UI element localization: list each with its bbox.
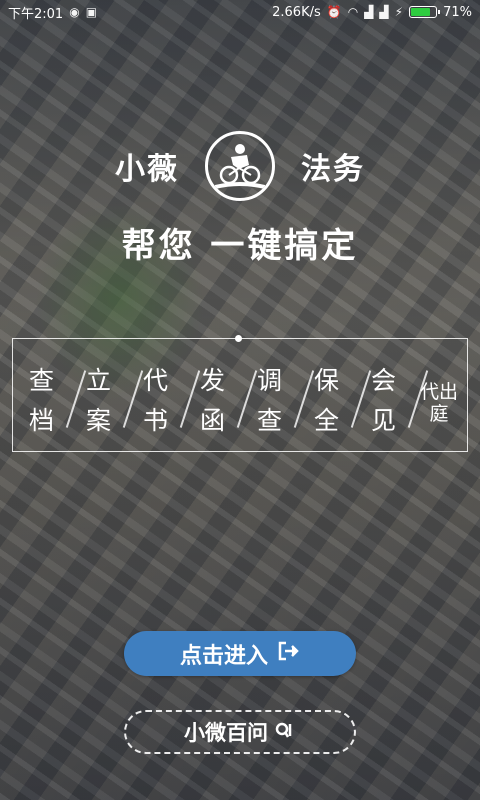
service-bottom-char: 档 [28, 406, 54, 435]
service-bottom-char: 案 [85, 406, 111, 435]
charging-icon: ⚡ [394, 5, 404, 19]
service-bottom-char: 书 [142, 406, 168, 435]
battery-percent: 71% [443, 4, 472, 20]
sim-icon: ◉ [69, 5, 80, 19]
slogan: 帮您 一键搞定 [121, 226, 359, 266]
panel-dot [235, 335, 242, 342]
status-bar: 下午2:01 ◉ ▣ 2.66K/s ⏰ ◠ ▟ ▟ ⚡ 71% [0, 0, 480, 24]
status-time: 下午2:01 [8, 6, 64, 22]
brand-name-left: 小薇 [115, 152, 179, 187]
signal-icon: ▟ [364, 5, 374, 19]
service-bottom-char: 查 [256, 406, 282, 435]
signal-icon: ▟ [379, 5, 389, 19]
exit-arrow-icon [278, 641, 300, 667]
network-speed: 2.66K/s [272, 4, 321, 20]
wifi-icon: ◠ [347, 5, 359, 19]
ask-button[interactable]: 小微百问 [124, 710, 356, 754]
brand-name-right: 法务 [301, 152, 365, 187]
ask-button-label: 小微百问 [184, 721, 268, 745]
battery-icon [409, 6, 441, 18]
alarm-icon: ⏰ [326, 5, 342, 19]
wechat-icon: ▣ [85, 5, 98, 19]
service-bottom-char: 函 [199, 406, 225, 435]
enter-button[interactable]: 点击进入 [124, 631, 356, 676]
qa-icon [274, 720, 296, 745]
brand-logo: 小薇 法务 [0, 128, 480, 204]
service-bottom-char: 全 [313, 406, 339, 435]
service-top-char: 查 [28, 366, 54, 395]
service-court-appearance: 代出庭 [419, 381, 458, 425]
services-panel: 查 立 代 发 调 保 会 档 案 书 函 查 全 见 代出庭 [12, 335, 468, 452]
enter-button-label: 点击进入 [179, 643, 268, 669]
cyclist-emblem-icon [205, 131, 275, 201]
service-bottom-char: 见 [370, 406, 396, 435]
